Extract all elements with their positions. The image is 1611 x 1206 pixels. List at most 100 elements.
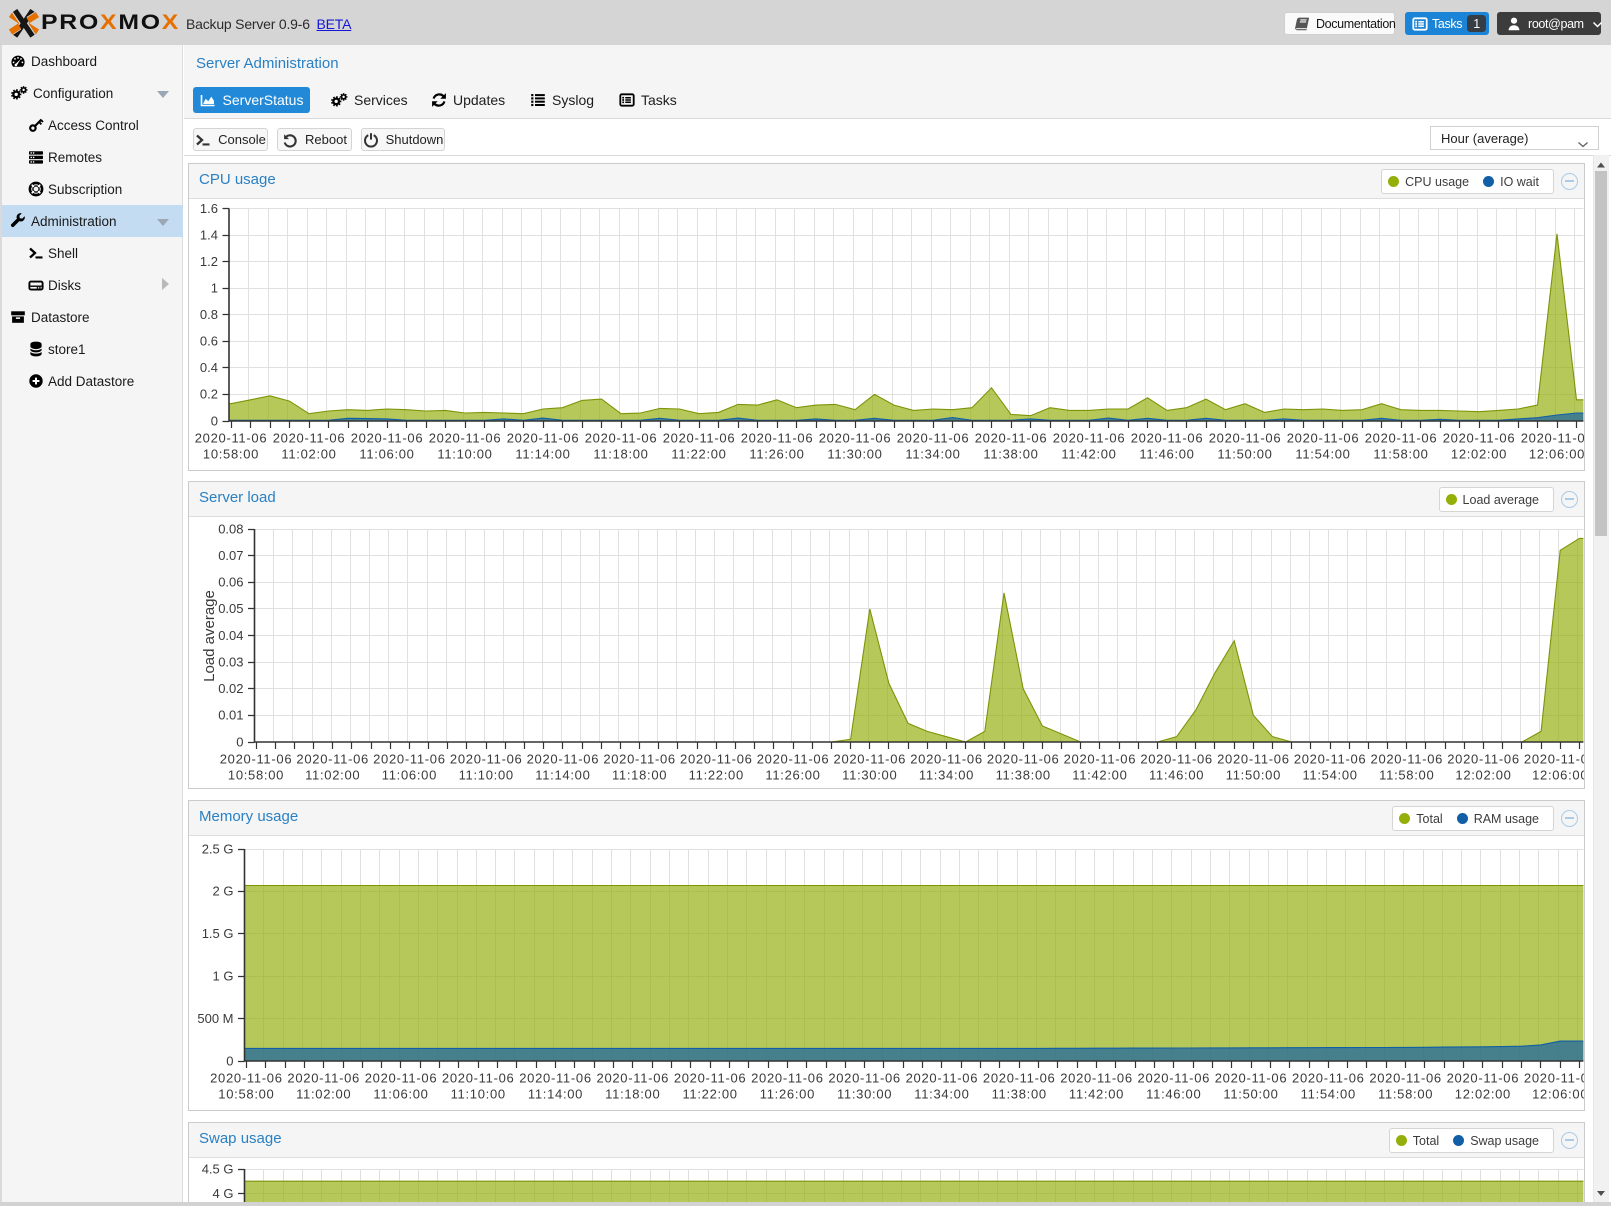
svg-text:2020-11-06: 2020-11-06: [663, 431, 736, 446]
svg-text:2020-11-06: 2020-11-06: [1053, 431, 1126, 446]
svg-text:0.01: 0.01: [218, 708, 243, 723]
svg-text:2020-11-06: 2020-11-06: [757, 752, 830, 767]
svg-text:2020-11-06: 2020-11-06: [834, 752, 907, 767]
svg-text:2020-11-06: 2020-11-06: [741, 431, 814, 446]
svg-text:2020-11-06: 2020-11-06: [220, 752, 293, 767]
svg-text:2.5 G: 2.5 G: [202, 841, 234, 856]
svg-text:11:50:00: 11:50:00: [1223, 1087, 1278, 1102]
svg-text:2020-11-06: 2020-11-06: [210, 1071, 283, 1086]
svg-text:2020-11-06: 2020-11-06: [365, 1071, 438, 1086]
svg-text:2020-11-06: 2020-11-06: [1131, 431, 1204, 446]
svg-text:11:34:00: 11:34:00: [905, 447, 960, 462]
svg-text:11:34:00: 11:34:00: [914, 1087, 969, 1102]
svg-text:1.2: 1.2: [200, 254, 218, 269]
svg-text:11:30:00: 11:30:00: [842, 768, 897, 783]
svg-text:500 M: 500 M: [197, 1011, 233, 1026]
svg-text:0.03: 0.03: [218, 654, 243, 669]
svg-text:11:14:00: 11:14:00: [535, 768, 590, 783]
svg-text:11:22:00: 11:22:00: [689, 768, 744, 783]
svg-text:11:50:00: 11:50:00: [1217, 447, 1272, 462]
svg-text:0.6: 0.6: [200, 334, 218, 349]
svg-text:2020-11-06: 2020-11-06: [1140, 752, 1213, 767]
svg-text:2020-11-06: 2020-11-06: [296, 752, 369, 767]
svg-text:2020-11-06: 2020-11-06: [527, 752, 600, 767]
svg-text:0: 0: [236, 734, 243, 749]
svg-text:2020-11-06: 2020-11-06: [751, 1071, 824, 1086]
svg-text:11:14:00: 11:14:00: [528, 1087, 583, 1102]
svg-text:11:38:00: 11:38:00: [992, 1087, 1047, 1102]
svg-text:11:42:00: 11:42:00: [1069, 1087, 1124, 1102]
svg-text:11:06:00: 11:06:00: [373, 1087, 428, 1102]
svg-text:2020-11-06: 2020-11-06: [429, 431, 502, 446]
svg-text:10:58:00: 10:58:00: [228, 768, 284, 783]
svg-text:2020-11-06: 2020-11-06: [1447, 752, 1520, 767]
svg-text:11:54:00: 11:54:00: [1301, 1087, 1356, 1102]
svg-text:11:02:00: 11:02:00: [296, 1087, 351, 1102]
svg-text:2020-11-06: 2020-11-06: [983, 1071, 1056, 1086]
svg-text:2020-11-06: 2020-11-06: [273, 431, 346, 446]
svg-text:0.07: 0.07: [218, 548, 243, 563]
svg-text:11:26:00: 11:26:00: [765, 768, 820, 783]
svg-text:11:22:00: 11:22:00: [671, 447, 726, 462]
svg-text:11:42:00: 11:42:00: [1072, 768, 1127, 783]
svg-text:2020-11-06: 2020-11-06: [442, 1071, 515, 1086]
svg-text:11:22:00: 11:22:00: [682, 1087, 737, 1102]
svg-text:1.6: 1.6: [200, 201, 218, 216]
svg-text:2020-11-06: 2020-11-06: [373, 752, 446, 767]
svg-text:2020-11-06: 2020-11-06: [1287, 431, 1360, 446]
svg-text:11:58:00: 11:58:00: [1379, 768, 1434, 783]
svg-text:2020-11-06: 2020-11-06: [975, 431, 1048, 446]
svg-text:12:02:00: 12:02:00: [1455, 1087, 1511, 1102]
svg-text:11:10:00: 11:10:00: [451, 1087, 506, 1102]
svg-text:2020-11-06: 2020-11-06: [910, 752, 983, 767]
svg-text:2020-11-06: 2020-11-06: [597, 1071, 670, 1086]
svg-text:11:30:00: 11:30:00: [837, 1087, 892, 1102]
svg-text:11:18:00: 11:18:00: [612, 768, 667, 783]
svg-text:0.04: 0.04: [218, 628, 243, 643]
svg-text:0.4: 0.4: [200, 360, 218, 375]
svg-text:12:02:00: 12:02:00: [1451, 447, 1507, 462]
svg-text:11:02:00: 11:02:00: [305, 768, 360, 783]
svg-text:2020-11-06: 2020-11-06: [195, 431, 268, 446]
svg-text:2020-11-06: 2020-11-06: [1294, 752, 1367, 767]
svg-text:11:18:00: 11:18:00: [605, 1087, 660, 1102]
svg-text:2020-11-06: 2020-11-06: [819, 431, 892, 446]
svg-text:11:10:00: 11:10:00: [459, 768, 514, 783]
svg-text:11:38:00: 11:38:00: [996, 768, 1051, 783]
svg-text:0.08: 0.08: [218, 521, 243, 536]
svg-text:11:02:00: 11:02:00: [281, 447, 336, 462]
svg-text:2020-11-06: 2020-11-06: [1217, 752, 1290, 767]
svg-text:2020-11-06: 2020-11-06: [987, 752, 1060, 767]
svg-text:12:02:00: 12:02:00: [1455, 768, 1511, 783]
svg-text:2020-11-06: 2020-11-06: [603, 752, 676, 767]
svg-text:2020-11-06: 2020-11-06: [1524, 1071, 1584, 1086]
svg-text:1: 1: [211, 281, 218, 296]
svg-text:11:58:00: 11:58:00: [1378, 1087, 1433, 1102]
svg-text:2020-11-06: 2020-11-06: [507, 431, 580, 446]
svg-text:Load average: Load average: [201, 590, 218, 682]
svg-text:11:38:00: 11:38:00: [983, 447, 1038, 462]
svg-text:2020-11-06: 2020-11-06: [1369, 1071, 1442, 1086]
svg-text:11:42:00: 11:42:00: [1061, 447, 1116, 462]
svg-text:2020-11-06: 2020-11-06: [1447, 1071, 1520, 1086]
svg-text:0.2: 0.2: [200, 387, 218, 402]
svg-text:11:30:00: 11:30:00: [827, 447, 882, 462]
svg-text:0: 0: [226, 1053, 233, 1068]
svg-text:2020-11-06: 2020-11-06: [680, 752, 753, 767]
svg-text:11:26:00: 11:26:00: [749, 447, 804, 462]
svg-text:11:10:00: 11:10:00: [437, 447, 492, 462]
svg-text:1 G: 1 G: [213, 969, 234, 984]
svg-text:2020-11-06: 2020-11-06: [519, 1071, 592, 1086]
svg-text:2020-11-06: 2020-11-06: [1365, 431, 1438, 446]
svg-text:2020-11-06: 2020-11-06: [351, 431, 424, 446]
svg-text:10:58:00: 10:58:00: [218, 1087, 274, 1102]
svg-text:11:26:00: 11:26:00: [760, 1087, 815, 1102]
svg-text:0: 0: [211, 413, 218, 428]
svg-text:11:46:00: 11:46:00: [1149, 768, 1204, 783]
svg-text:12:06:00: 12:06:00: [1529, 447, 1584, 462]
svg-text:12:06:00: 12:06:00: [1532, 1087, 1584, 1102]
svg-text:2020-11-06: 2020-11-06: [1209, 431, 1282, 446]
svg-text:11:54:00: 11:54:00: [1302, 768, 1357, 783]
svg-text:2020-11-06: 2020-11-06: [1292, 1071, 1365, 1086]
svg-text:11:54:00: 11:54:00: [1295, 447, 1350, 462]
